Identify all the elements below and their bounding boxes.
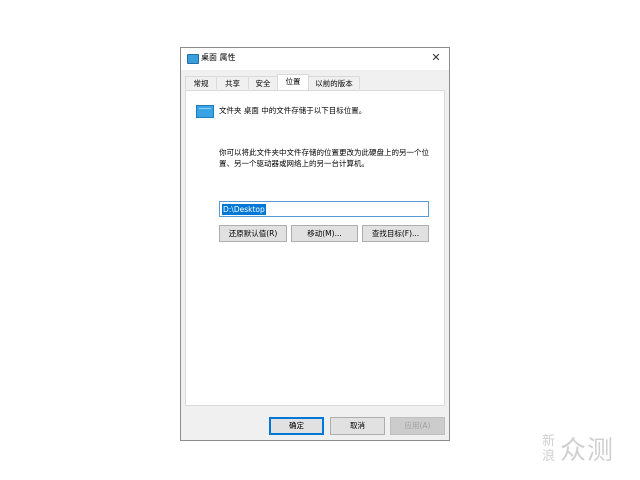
watermark-logo: 新浪 众测 xyxy=(542,434,632,468)
tab-location[interactable]: 位置 xyxy=(277,74,309,90)
watermark-big-text: 众测 xyxy=(560,436,615,466)
folder-icon xyxy=(196,105,214,118)
restore-default-button[interactable]: 还原默认值(R) xyxy=(219,225,287,242)
tab-security[interactable]: 安全 xyxy=(248,76,278,89)
cancel-button[interactable]: 取消 xyxy=(330,417,385,435)
path-value[interactable]: D:\Desktop xyxy=(222,204,266,215)
close-icon[interactable]: ✕ xyxy=(427,50,445,66)
location-description: 文件夹 桌面 中的文件存储于以下目标位置。 xyxy=(219,106,367,115)
ok-button[interactable]: 确定 xyxy=(269,417,324,435)
location-panel: 文件夹 桌面 中的文件存储于以下目标位置。 你可以将此文件夹中文件存储的位置更改… xyxy=(185,90,445,406)
watermark-small-text: 新浪 xyxy=(542,434,556,464)
title-bar[interactable]: 桌面 属性 ✕ xyxy=(181,48,449,70)
tab-general[interactable]: 常规 xyxy=(185,76,217,89)
window-title: 桌面 属性 xyxy=(201,53,236,62)
folder-icon xyxy=(187,54,199,64)
path-input[interactable]: D:\Desktop xyxy=(219,201,429,217)
find-target-button[interactable]: 查找目标(F)... xyxy=(362,225,429,242)
apply-button[interactable]: 应用(A) xyxy=(390,417,445,435)
properties-dialog: 桌面 属性 ✕ 常规 共享 安全 位置 以前的版本 文件夹 桌面 中的文件存储于… xyxy=(180,47,450,441)
tab-sharing[interactable]: 共享 xyxy=(216,76,249,89)
tab-previous-versions[interactable]: 以前的版本 xyxy=(308,76,360,89)
location-explanation: 你可以将此文件夹中文件存储的位置更改为此硬盘上的另一个位置、另一个驱动器或网络上… xyxy=(219,148,429,168)
move-button[interactable]: 移动(M)... xyxy=(291,225,358,242)
